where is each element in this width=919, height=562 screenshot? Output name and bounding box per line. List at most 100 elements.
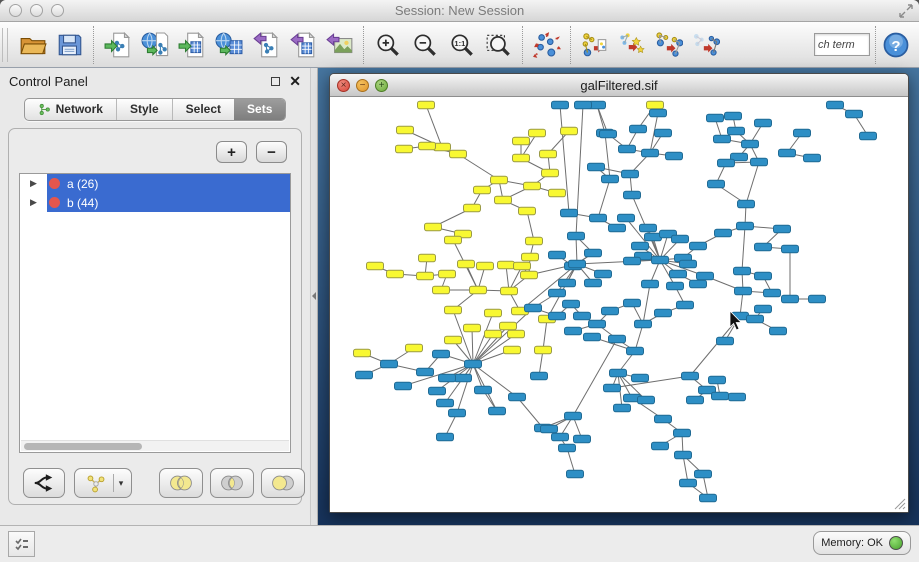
graph-node[interactable]: [624, 299, 641, 307]
graph-node[interactable]: [513, 137, 530, 145]
frame-close-icon[interactable]: ×: [337, 79, 350, 92]
graph-node[interactable]: [395, 382, 412, 390]
graph-node[interactable]: [437, 433, 454, 441]
graph-node[interactable]: [477, 262, 494, 270]
graph-node[interactable]: [524, 182, 541, 190]
graph-node[interactable]: [455, 374, 472, 382]
collapse-arrow-icon[interactable]: [312, 292, 316, 300]
select-from-network-button[interactable]: [613, 25, 650, 65]
graph-node[interactable]: [542, 169, 559, 177]
graph-node[interactable]: [638, 396, 655, 404]
graph-node[interactable]: [652, 256, 669, 264]
graph-node[interactable]: [632, 374, 649, 382]
graph-node[interactable]: [729, 393, 746, 401]
graph-node[interactable]: [549, 251, 566, 259]
intersect-sets-button[interactable]: [210, 468, 254, 498]
graph-node[interactable]: [588, 163, 605, 171]
float-panel-icon[interactable]: [271, 77, 280, 86]
graph-node[interactable]: [674, 429, 691, 437]
close-window-icon[interactable]: [9, 4, 22, 17]
help-button[interactable]: ?: [881, 26, 911, 64]
graph-node[interactable]: [737, 222, 754, 230]
network-canvas[interactable]: [330, 97, 908, 512]
graph-node[interactable]: [439, 270, 456, 278]
graph-node[interactable]: [501, 287, 518, 295]
graph-node[interactable]: [672, 235, 689, 243]
graph-node[interactable]: [619, 145, 636, 153]
graph-node[interactable]: [519, 207, 536, 215]
graph-node[interactable]: [624, 191, 641, 199]
graph-node[interactable]: [595, 270, 612, 278]
open-session-button[interactable]: [14, 25, 51, 65]
graph-node[interactable]: [437, 399, 454, 407]
graph-node[interactable]: [642, 280, 659, 288]
graph-node[interactable]: [508, 330, 525, 338]
apply-layout-button[interactable]: [528, 25, 565, 65]
panel-splitter[interactable]: [310, 68, 318, 525]
graph-node[interactable]: [565, 327, 582, 335]
task-history-button[interactable]: [8, 531, 35, 557]
memory-status-button[interactable]: Memory: OK: [813, 531, 911, 555]
graph-node[interactable]: [445, 236, 462, 244]
search-input[interactable]: ch term: [814, 33, 870, 56]
graph-node[interactable]: [680, 479, 697, 487]
graph-node[interactable]: [627, 347, 644, 355]
frame-maximize-icon[interactable]: +: [375, 79, 388, 92]
graph-node[interactable]: [367, 262, 384, 270]
graph-node[interactable]: [655, 415, 672, 423]
graph-node[interactable]: [485, 309, 502, 317]
graph-node[interactable]: [535, 346, 552, 354]
graph-node[interactable]: [614, 404, 631, 412]
graph-node[interactable]: [717, 337, 734, 345]
graph-node[interactable]: [680, 260, 697, 268]
remove-set-button[interactable]: −: [256, 141, 287, 163]
graph-node[interactable]: [509, 393, 526, 401]
graph-node[interactable]: [609, 335, 626, 343]
graph-node[interactable]: [526, 237, 543, 245]
graph-node[interactable]: [747, 315, 764, 323]
graph-node[interactable]: [419, 142, 436, 150]
graph-node[interactable]: [433, 286, 450, 294]
graph-node[interactable]: [700, 494, 717, 502]
graph-node[interactable]: [568, 232, 585, 240]
graph-node[interactable]: [504, 346, 521, 354]
tab-select[interactable]: Select: [172, 99, 234, 120]
graph-node[interactable]: [715, 229, 732, 237]
graph-node[interactable]: [764, 289, 781, 297]
graph-node[interactable]: [559, 444, 576, 452]
graph-node[interactable]: [567, 470, 584, 478]
network-graph[interactable]: [330, 97, 908, 512]
graph-node[interactable]: [794, 129, 811, 137]
graph-node[interactable]: [561, 127, 578, 135]
graph-node[interactable]: [622, 170, 639, 178]
graph-node[interactable]: [433, 350, 450, 358]
graph-node[interactable]: [585, 279, 602, 287]
graph-node[interactable]: [425, 223, 442, 231]
graph-node[interactable]: [549, 289, 566, 297]
graph-node[interactable]: [417, 368, 434, 376]
graph-node[interactable]: [804, 154, 821, 162]
graph-node[interactable]: [397, 126, 414, 134]
graph-node[interactable]: [602, 175, 619, 183]
graph-node[interactable]: [677, 301, 694, 309]
graph-node[interactable]: [549, 189, 566, 197]
graph-node[interactable]: [574, 435, 591, 443]
network-frame-titlebar[interactable]: × − + galFiltered.sif: [330, 74, 908, 97]
graph-node[interactable]: [695, 470, 712, 478]
graph-node[interactable]: [708, 180, 725, 188]
graph-node[interactable]: [439, 374, 456, 382]
hide-unselected-button[interactable]: [687, 25, 724, 65]
frame-minimize-icon[interactable]: −: [356, 79, 369, 92]
graph-node[interactable]: [647, 101, 664, 109]
difference-sets-button[interactable]: [261, 468, 305, 498]
graph-node[interactable]: [584, 333, 601, 341]
graph-node[interactable]: [735, 287, 752, 295]
graph-node[interactable]: [751, 158, 768, 166]
union-sets-button[interactable]: [159, 468, 203, 498]
graph-node[interactable]: [755, 272, 772, 280]
graph-node[interactable]: [387, 270, 404, 278]
graph-node[interactable]: [682, 372, 699, 380]
split-set-button[interactable]: [23, 468, 65, 498]
graph-node[interactable]: [655, 309, 672, 317]
set-row[interactable]: ▶a (26): [20, 174, 290, 193]
